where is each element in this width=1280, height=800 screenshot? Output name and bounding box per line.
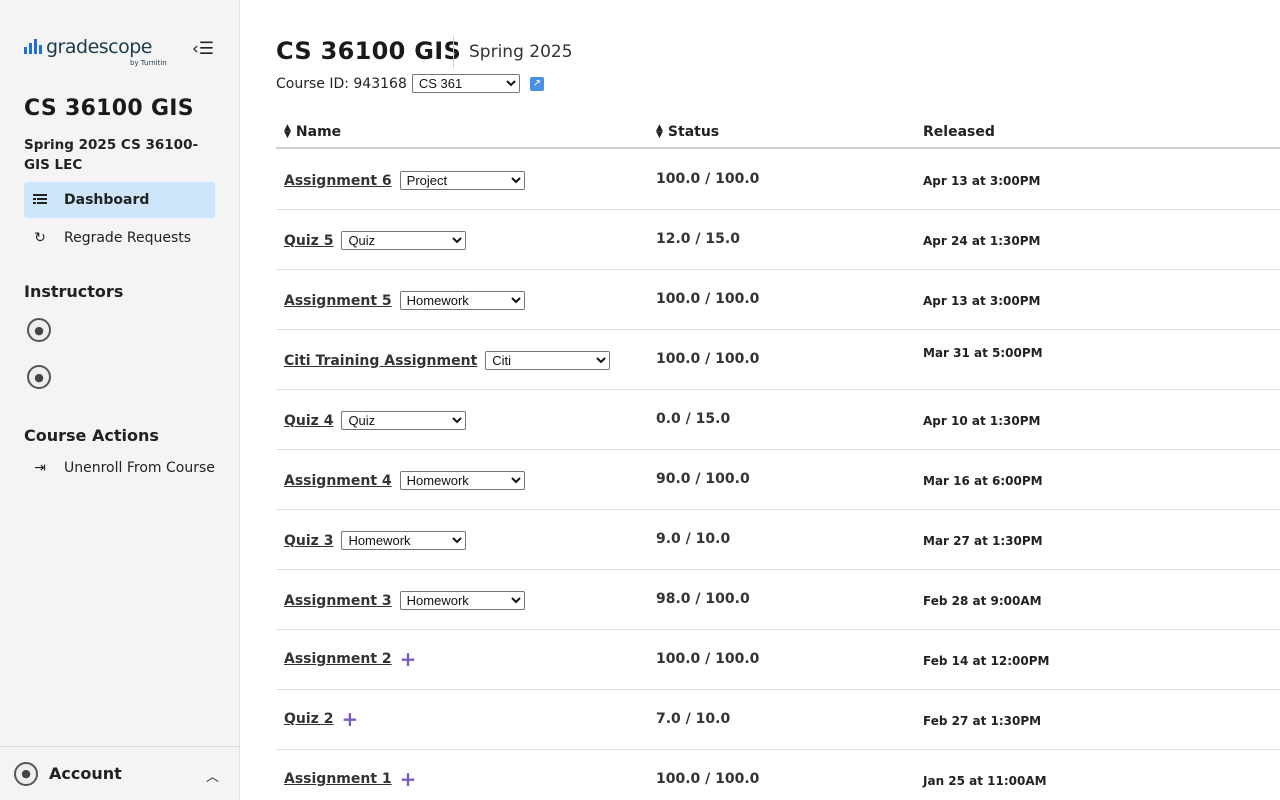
external-link-icon[interactable]: ↗ (529, 76, 544, 91)
column-header-status[interactable]: ▲ ▼ Status (656, 123, 719, 141)
account-menu[interactable]: ● Account ︿ (0, 746, 239, 800)
released-date: Mar 27 at 1:30PM (923, 534, 1043, 548)
assignment-link[interactable]: Quiz 4 (284, 413, 333, 429)
column-header-released: Released (923, 124, 995, 140)
category-select[interactable]: Homework (399, 471, 525, 490)
released-date: Feb 27 at 1:30PM (923, 714, 1042, 728)
gradescope-logo[interactable]: gradescope (24, 36, 153, 58)
category-select[interactable]: Quiz (341, 231, 467, 250)
page-term: Spring 2025 (469, 42, 573, 62)
category-select[interactable]: Homework (399, 591, 525, 610)
account-label: Account (49, 764, 122, 783)
title-divider (453, 36, 454, 68)
table-row: Assignment 3 Homework 98.0 / 100.0 Feb 28… (276, 570, 1280, 630)
unenroll-button[interactable]: ⇥ Unenroll From Course (24, 452, 215, 484)
account-avatar-icon: ● (14, 761, 38, 786)
table-row: Assignment 5 Homework 100.0 / 100.0 Apr 1… (276, 270, 1280, 330)
add-category-plus-icon[interactable]: + (341, 709, 358, 729)
column-header-name[interactable]: ▲ ▼ Name (284, 123, 341, 141)
status-score: 100.0 / 100.0 (656, 351, 760, 367)
sidebar-item-label: Regrade Requests (64, 230, 192, 246)
assignment-link[interactable]: Quiz 3 (284, 533, 333, 549)
table-row: Quiz 2 + 7.0 / 10.0 Feb 27 at 1:30PM (276, 690, 1280, 750)
table-row: Quiz 5 Quiz 12.0 / 15.0 Apr 24 at 1:30PM (276, 210, 1280, 270)
sign-out-icon: ⇥ (34, 460, 46, 476)
collapse-sidebar-button[interactable]: ‹☰ (189, 39, 217, 59)
table-header: ▲ ▼ Name ▲ ▼ Status Released (276, 123, 1280, 149)
released-date: Apr 13 at 3:00PM (923, 294, 1041, 308)
assignment-link[interactable]: Assignment 1 (284, 771, 392, 787)
sidebar-item-label: Dashboard (64, 192, 150, 208)
assignment-link[interactable]: Assignment 5 (284, 293, 392, 309)
released-date: Apr 13 at 3:00PM (923, 174, 1041, 188)
add-category-plus-icon[interactable]: + (400, 649, 417, 669)
refresh-icon: ↻ (34, 230, 46, 246)
instructor-avatar-icon[interactable]: ● (27, 318, 51, 342)
category-select[interactable]: Homework (341, 531, 467, 550)
released-date: Jan 25 at 11:00AM (923, 774, 1047, 788)
category-select[interactable]: Homework (399, 291, 525, 310)
sidebar-course-title: CS 36100 GIS (24, 96, 194, 121)
status-score: 100.0 / 100.0 (656, 291, 760, 307)
status-score: 9.0 / 10.0 (656, 531, 731, 547)
table-row: Assignment 2 + 100.0 / 100.0 Feb 14 at 12… (276, 630, 1280, 690)
chevron-up-icon: ︿ (205, 770, 219, 785)
status-score: 100.0 / 100.0 (656, 171, 760, 187)
table-row: Assignment 1 + 100.0 / 100.0 Jan 25 at 11… (276, 750, 1280, 800)
sort-icon: ▲ ▼ (656, 123, 663, 140)
logo-row: gradescope by Turnitin ‹☰ (24, 37, 216, 71)
main-content: CS 36100 GIS Spring 2025 Course ID: 9431… (276, 0, 1280, 800)
assignments-table: Assignment 6 Project 100.0 / 100.0 Apr 13… (276, 150, 1280, 800)
course-id-label: Course ID: 943168 (276, 75, 407, 92)
dashboard-icon (32, 194, 48, 206)
released-date: Mar 31 at 5:00PM (923, 346, 1043, 360)
logo-subtext: by Turnitin (130, 59, 167, 67)
course-select[interactable]: CS 361 (411, 74, 520, 93)
sidebar-item-regrade-requests[interactable]: ↻ Regrade Requests (24, 220, 215, 256)
table-row: Assignment 4 Homework 90.0 / 100.0 Mar 16… (276, 450, 1280, 510)
collapse-menu-icon: ‹☰ (191, 39, 215, 59)
logo-text: gradescope (46, 36, 153, 58)
assignment-link[interactable]: Assignment 3 (284, 593, 392, 609)
logo-bars-icon (24, 39, 42, 54)
assignment-link[interactable]: Assignment 6 (284, 173, 392, 189)
status-score: 12.0 / 15.0 (656, 231, 740, 247)
sidebar-course-term: Spring 2025 CS 36100-GIS LEC (24, 137, 199, 173)
released-date: Feb 14 at 12:00PM (923, 654, 1050, 668)
course-id-row: Course ID: 943168 CS 361 ↗ (276, 74, 544, 93)
sidebar: gradescope by Turnitin ‹☰ CS 36100 GIS S… (0, 0, 240, 800)
category-select[interactable]: Quiz (341, 411, 467, 430)
unenroll-label: Unenroll From Course (64, 460, 215, 476)
status-score: 90.0 / 100.0 (656, 471, 750, 487)
released-date: Mar 16 at 6:00PM (923, 474, 1043, 488)
instructor-avatar-icon[interactable]: ● (27, 365, 51, 389)
released-date: Apr 24 at 1:30PM (923, 234, 1041, 248)
released-date: Feb 28 at 9:00AM (923, 594, 1042, 608)
assignment-link[interactable]: Quiz 5 (284, 233, 333, 249)
status-score: 7.0 / 10.0 (656, 711, 731, 727)
table-row: Citi Training Assignment Citi 100.0 / 100… (276, 330, 1280, 390)
category-select[interactable]: Citi (485, 351, 611, 370)
assignment-link[interactable]: Assignment 2 (284, 651, 392, 667)
released-date: Apr 10 at 1:30PM (923, 414, 1041, 428)
status-score: 0.0 / 15.0 (656, 411, 731, 427)
table-row: Quiz 3 Homework 9.0 / 10.0 Mar 27 at 1:30… (276, 510, 1280, 570)
status-score: 100.0 / 100.0 (656, 651, 760, 667)
sidebar-item-dashboard[interactable]: Dashboard (24, 182, 215, 218)
table-row: Assignment 6 Project 100.0 / 100.0 Apr 13… (276, 150, 1280, 210)
page-title: CS 36100 GIS (276, 37, 462, 65)
status-score: 100.0 / 100.0 (656, 771, 760, 787)
sort-icon: ▲ ▼ (284, 123, 291, 140)
table-row: Quiz 4 Quiz 0.0 / 15.0 Apr 10 at 1:30PM (276, 390, 1280, 450)
category-select[interactable]: Project (399, 171, 525, 190)
assignment-link[interactable]: Citi Training Assignment (284, 353, 477, 369)
add-category-plus-icon[interactable]: + (400, 769, 417, 789)
assignment-link[interactable]: Quiz 2 (284, 711, 333, 727)
assignment-link[interactable]: Assignment 4 (284, 473, 392, 489)
course-actions-heading: Course Actions (24, 426, 159, 445)
instructors-heading: Instructors (24, 282, 124, 301)
status-score: 98.0 / 100.0 (656, 591, 750, 607)
